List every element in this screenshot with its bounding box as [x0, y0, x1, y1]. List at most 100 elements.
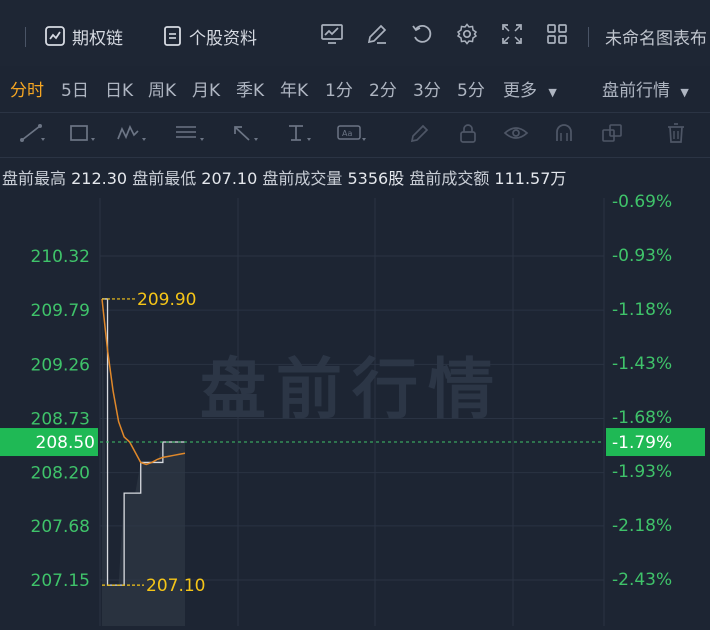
session-select-label: 盘前行情 — [602, 81, 670, 101]
tab-period-yearly[interactable]: 年K — [280, 76, 308, 101]
text-cursor-icon — [285, 123, 315, 147]
premarket-stats: 盘前最高 212.30 盘前最低 207.10 盘前成交量 5356股 盘前成交… — [2, 165, 566, 189]
text-box-icon: Aa — [336, 123, 368, 147]
tab-period-monthly[interactable]: 月K — [192, 76, 220, 101]
pattern-tool[interactable] — [116, 123, 148, 147]
y-right-tick-label: -0.93% — [612, 246, 672, 266]
fib-tool[interactable] — [176, 123, 204, 147]
copy-icon — [600, 122, 624, 148]
stock-profile-button[interactable]: 个股资料 — [163, 22, 257, 50]
tab-period-5d[interactable]: 5日 — [61, 76, 89, 101]
low-label: 盘前最低 — [132, 169, 197, 188]
more-label: 更多 — [503, 81, 537, 101]
left-price-axis: 210.32 209.79 209.26 208.73 208.20 207.68 207.… — [31, 247, 90, 591]
edit-icon — [365, 22, 389, 50]
toolbar-divider — [588, 27, 589, 47]
rectangle-tool[interactable] — [68, 123, 96, 147]
gear-icon — [455, 22, 479, 50]
chart-box-icon — [44, 25, 66, 47]
magnet-tool[interactable] — [550, 123, 578, 147]
wave-icon — [116, 123, 148, 147]
monitor-chart-icon — [320, 22, 344, 50]
brush-tool[interactable] — [406, 123, 434, 147]
expand-icon — [500, 22, 524, 50]
trendline-icon — [19, 123, 45, 147]
visibility-tool[interactable] — [502, 123, 530, 147]
arrow-tool[interactable] — [232, 123, 260, 147]
rectangle-icon — [68, 123, 96, 147]
y-right-tick-label: -1.68% — [612, 408, 672, 428]
chart-watermark: 盘前行情 — [200, 351, 504, 428]
caret-down-icon: ▼ — [548, 86, 557, 99]
clone-tool[interactable] — [598, 123, 626, 147]
reset-button[interactable] — [408, 22, 436, 50]
amount-value: 111.57万 — [494, 169, 567, 188]
series-line-price — [101, 298, 186, 466]
y-right-tick-label: -2.18% — [612, 516, 672, 536]
trash-icon — [665, 122, 687, 148]
current-price-label: 208.50 — [36, 433, 95, 453]
chart-layout-name[interactable]: 未命名图表布 — [605, 22, 707, 50]
tab-period-5m[interactable]: 5分 — [457, 76, 485, 101]
tab-period-weekly[interactable]: 周K — [148, 76, 176, 101]
grid-icon — [545, 22, 569, 50]
amount-label: 盘前成交额 — [409, 169, 490, 188]
tab-period-daily[interactable]: 日K — [105, 76, 133, 101]
indicator-button[interactable] — [318, 22, 346, 50]
eye-icon — [503, 123, 529, 147]
tab-period-1m[interactable]: 1分 — [325, 76, 353, 101]
volume-label: 盘前成交量 — [262, 169, 343, 188]
drawing-toolbar: Aa — [0, 112, 710, 158]
top-toolbar: 期权链 个股资料 未命名图表布 — [0, 0, 710, 66]
y-tick-label: 208.20 — [31, 464, 90, 484]
y-tick-label: 207.68 — [31, 517, 90, 537]
y-tick-label: 209.79 — [31, 301, 90, 321]
high-value: 212.30 — [71, 169, 128, 188]
y-tick-label: 207.15 — [31, 571, 90, 591]
y-tick-label: 210.32 — [31, 247, 90, 267]
y-right-tick-label: -1.18% — [612, 300, 672, 320]
low-value: 207.10 — [201, 169, 258, 188]
y-right-tick-label: -2.43% — [612, 570, 672, 590]
arrow-icon — [231, 123, 261, 147]
tab-period-3m[interactable]: 3分 — [413, 76, 441, 101]
fibonacci-icon — [174, 123, 206, 147]
y-tick-label: 208.73 — [31, 410, 90, 430]
current-pct-label: -1.79% — [612, 433, 672, 453]
layout-button[interactable] — [543, 22, 571, 50]
lock-tool[interactable] — [454, 123, 482, 147]
tab-period-quarterly[interactable]: 季K — [236, 76, 264, 101]
annotate-button[interactable] — [363, 22, 391, 50]
session-select[interactable]: 盘前行情 ▼ — [602, 76, 689, 101]
options-chain-button[interactable]: 期权链 — [44, 22, 123, 50]
options-chain-label: 期权链 — [72, 28, 123, 49]
label-tool[interactable]: Aa — [336, 123, 368, 147]
tab-period-intraday[interactable]: 分时 — [10, 76, 44, 101]
tab-period-more[interactable]: 更多 ▼ — [503, 76, 557, 101]
toolbar-divider — [25, 27, 26, 47]
settings-button[interactable] — [453, 22, 481, 50]
y-right-tick-label: -1.93% — [612, 462, 672, 482]
magnet-icon — [553, 122, 575, 148]
text-tool[interactable] — [286, 123, 314, 147]
high-marker-label: 209.90 — [137, 290, 196, 310]
svg-text:Aa: Aa — [342, 129, 352, 138]
high-label: 盘前最高 — [2, 169, 67, 188]
pencil-icon — [408, 122, 432, 148]
caret-down-icon: ▼ — [680, 86, 689, 99]
tab-period-2m[interactable]: 2分 — [369, 76, 397, 101]
volume-value: 5356股 — [347, 169, 405, 188]
y-tick-label: 209.26 — [31, 355, 90, 375]
chart-canvas: 盘前行情 210.32 209.79 209.26 208.73 208.20 207.6… — [0, 192, 705, 626]
trendline-tool[interactable] — [18, 123, 46, 147]
lock-icon — [457, 122, 479, 148]
low-marker-label: 207.10 — [146, 576, 205, 596]
right-percent-axis: -0.69% -0.93% -1.18% -1.43% -1.68% -1.93% -2.1… — [612, 192, 672, 590]
document-icon — [163, 25, 183, 47]
y-right-tick-label: -0.69% — [612, 192, 672, 212]
stock-profile-label: 个股资料 — [189, 28, 257, 49]
price-chart[interactable]: 盘前行情 210.32 209.79 209.26 208.73 208.20 207.6… — [0, 190, 710, 626]
fullscreen-button[interactable] — [498, 22, 526, 50]
delete-drawings-tool[interactable] — [662, 123, 690, 147]
undo-icon — [410, 22, 434, 50]
